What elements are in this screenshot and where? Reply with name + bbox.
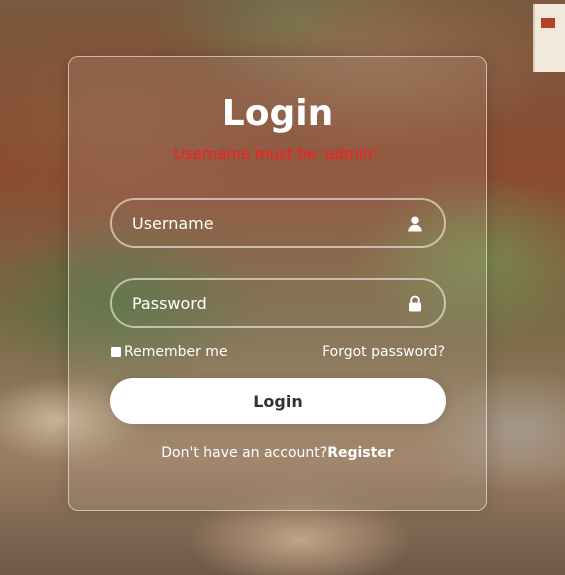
lock-icon bbox=[409, 295, 421, 312]
background-building bbox=[533, 4, 565, 72]
username-field-wrapper bbox=[110, 198, 446, 248]
login-button[interactable]: Login bbox=[110, 378, 446, 424]
forgot-password-link[interactable]: Forgot password? bbox=[322, 344, 445, 360]
user-icon bbox=[408, 216, 422, 232]
page-title: Login bbox=[221, 93, 334, 134]
remember-me-checkbox[interactable] bbox=[110, 346, 122, 358]
remember-me-label: Remember me bbox=[124, 344, 228, 360]
username-input[interactable] bbox=[112, 200, 444, 246]
login-panel: Login Username must be 'admin'. Remember… bbox=[68, 56, 487, 511]
remember-me[interactable]: Remember me bbox=[110, 344, 228, 360]
register-prompt: Don't have an account? bbox=[161, 445, 328, 461]
register-link[interactable]: Register bbox=[327, 445, 394, 461]
register-line: Don't have an account?Register bbox=[69, 445, 486, 461]
password-field-wrapper bbox=[110, 278, 446, 328]
password-input[interactable] bbox=[112, 280, 444, 326]
error-message: Username must be 'admin'. bbox=[173, 145, 382, 163]
